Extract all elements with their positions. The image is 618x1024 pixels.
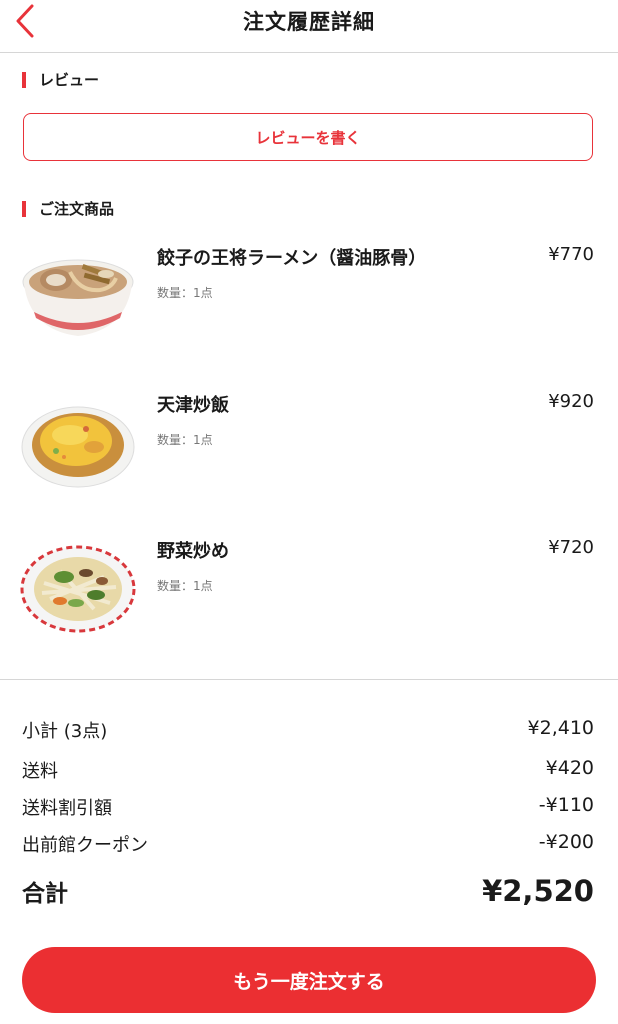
coupon-label: 出前館クーポン <box>22 835 148 856</box>
reorder-button[interactable]: もう一度注文する <box>22 947 596 1013</box>
total-value: ¥2,520 <box>482 874 594 908</box>
section-accent-bar <box>22 72 26 88</box>
order-history-detail-screen: 注文履歴詳細 レビュー レビューを書く ご注文商品 餃子の王将ラーメン（醤油豚骨… <box>0 0 618 1024</box>
order-item: 天津炒飯 ¥920 数量：1点 <box>0 391 618 511</box>
item-price: ¥920 <box>548 391 594 412</box>
shipping-discount-value: -¥110 <box>538 794 594 816</box>
write-review-button[interactable]: レビューを書く <box>23 113 593 161</box>
item-name: 餃子の王将ラーメン（醤油豚骨） <box>157 248 427 269</box>
subtotal-row: 小計 (3点) ¥2,410 <box>22 717 594 745</box>
subtotal-label: 小計 (3点) <box>22 721 108 742</box>
item-name: 天津炒飯 <box>157 395 229 416</box>
total-label: 合計 <box>22 881 68 907</box>
coupon-row: 出前館クーポン -¥200 <box>22 831 594 859</box>
order-item: 野菜炒め ¥720 数量：1点 <box>0 537 618 657</box>
review-section-title: レビュー <box>39 71 100 89</box>
stir-fried-vegetables-image <box>20 545 136 633</box>
item-name: 野菜炒め <box>157 541 229 562</box>
tenshin-fried-rice-image <box>21 406 135 488</box>
shipping-value: ¥420 <box>545 757 594 779</box>
shipping-discount-label: 送料割引額 <box>22 798 112 819</box>
order-item: 餃子の王将ラーメン（醤油豚骨） ¥770 数量：1点 <box>0 244 618 364</box>
shipping-discount-row: 送料割引額 -¥110 <box>22 794 594 822</box>
order-section-title: ご注文商品 <box>39 200 115 218</box>
ramen-image <box>22 259 134 336</box>
coupon-value: -¥200 <box>538 831 594 853</box>
total-row: 合計 ¥2,520 <box>22 874 594 914</box>
item-quantity: 数量：1点 <box>157 286 213 300</box>
page-title: 注文履歴詳細 <box>243 10 375 34</box>
shipping-label: 送料 <box>22 761 58 782</box>
item-quantity: 数量：1点 <box>157 579 213 593</box>
item-quantity: 数量：1点 <box>157 433 213 447</box>
subtotal-value: ¥2,410 <box>527 717 594 739</box>
section-accent-bar <box>22 201 26 217</box>
divider <box>0 679 618 680</box>
item-price: ¥770 <box>548 244 594 265</box>
shipping-row: 送料 ¥420 <box>22 757 594 785</box>
item-price: ¥720 <box>548 537 594 558</box>
header: 注文履歴詳細 <box>0 0 618 53</box>
